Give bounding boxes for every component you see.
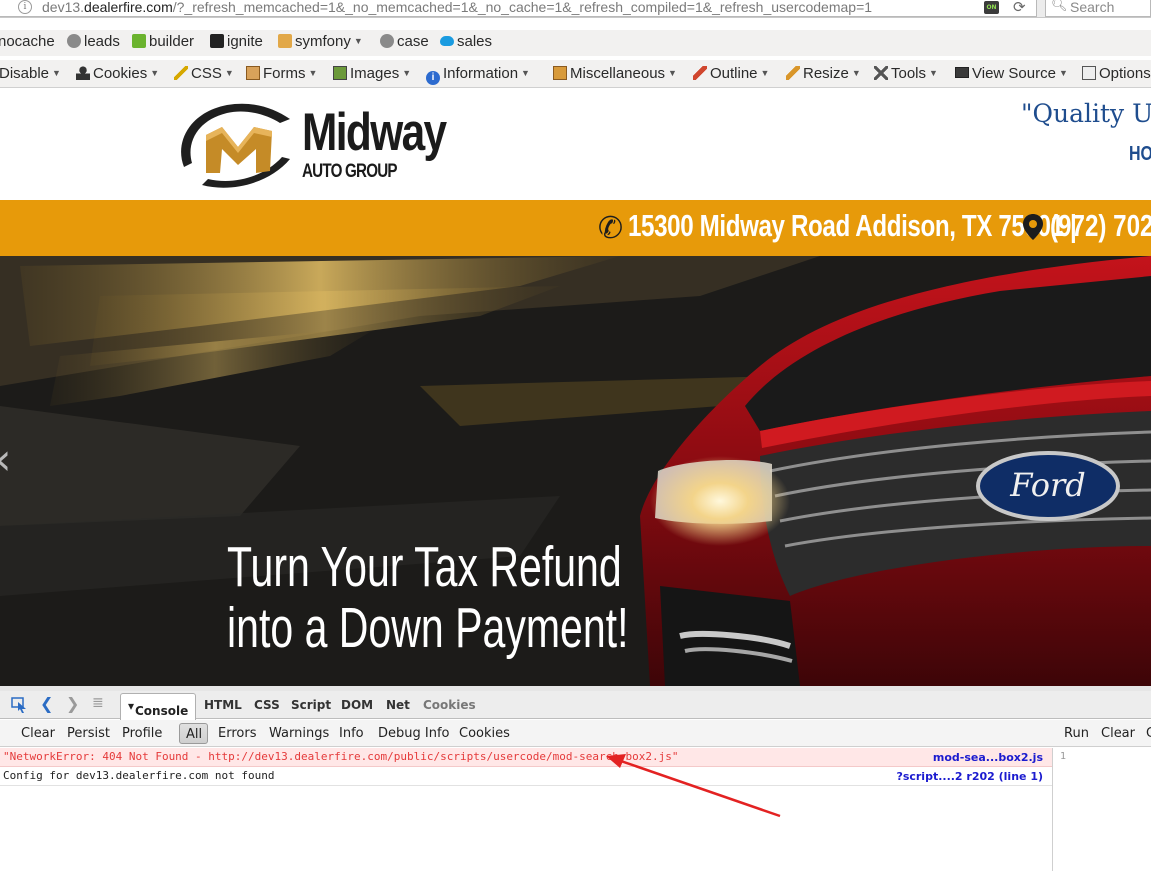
log-row-info[interactable]: Config for dev13.dealerfire.com not foun… [0,768,1052,786]
filter-all-button[interactable]: All [179,723,208,744]
menu-tools[interactable]: Tools ▼ [874,65,938,82]
error-source-link[interactable]: mod-sea...box2.js [933,751,1043,764]
bookmark-sales[interactable]: sales [440,33,492,50]
hero-headline-line2: into a Down Payment! [227,596,629,660]
person-icon [76,66,90,80]
back-arrow-icon[interactable]: ❮ [40,694,53,713]
filter-errors-button[interactable]: Errors [218,726,256,741]
midway-logo[interactable]: Midway AUTO GROUP [172,97,452,193]
browser-url-bar: i dev13.dealerfire.com/?_refresh_memcach… [0,0,1151,18]
url-text[interactable]: dev13.dealerfire.com/?_refresh_memcached… [42,0,872,15]
dealer-phone[interactable]: (972) 702- [1050,208,1151,244]
line-number: 1 [1060,751,1067,762]
menu-information[interactable]: i Information ▼ [426,65,530,85]
log-row-error[interactable]: "NetworkError: 404 Not Found - http://de… [0,748,1052,767]
filter-warnings-button[interactable]: Warnings [269,726,329,741]
command-line-editor[interactable]: 1 [1052,748,1151,871]
console-log: "NetworkError: 404 Not Found - http://de… [0,748,1052,871]
bookmarks-bar: nocache leads builder ignite symfony ▼ ca… [0,30,1151,56]
form-icon [246,66,260,80]
menu-images[interactable]: Images ▼ [333,65,411,82]
dealer-address[interactable]: 15300 Midway Road Addison, TX 75001 | [628,208,1077,244]
pencil-icon [693,66,707,80]
wand-icon [174,66,188,80]
persist-button[interactable]: Persist [67,726,110,741]
menu-outline[interactable]: Outline ▼ [693,65,769,82]
hero-headline-line1: Turn Your Tax Refund [227,535,622,599]
rss-toggle-icon[interactable]: ON [984,1,999,14]
clear-button[interactable]: Clear [21,726,55,741]
image-icon [333,66,347,80]
tab-net[interactable]: Net [386,698,410,712]
search-placeholder: Search [1070,0,1115,15]
tab-html[interactable]: HTML [204,698,242,712]
midway-m-emblem-icon [181,103,290,188]
info-message: Config for dev13.dealerfire.com not foun… [3,769,275,782]
profile-button[interactable]: Profile [122,726,162,741]
forward-arrow-icon[interactable]: ❯ [66,694,79,713]
tab-console[interactable]: Console ▾ [120,693,196,720]
reload-icon[interactable]: ⟳ [1013,0,1026,16]
annotation-arrow [606,754,781,818]
run-button[interactable]: Run [1064,726,1089,741]
tab-script[interactable]: Script [291,698,331,712]
misc-icon [553,66,567,80]
ignite-icon [210,34,224,48]
menu-miscellaneous[interactable]: Miscellaneous ▼ [553,65,677,82]
inspect-element-icon[interactable] [11,697,29,713]
bookmark-symfony[interactable]: symfony ▼ [278,33,363,50]
hero-slider[interactable]: Ford ‹ Turn Your Tax Refund into a Down … [0,256,1151,686]
bookmark-builder[interactable]: builder [132,33,194,50]
firebug-tab-bar: ❮ ❯ ≣ Console ▾ HTML CSS Script DOM Net … [0,691,1151,720]
error-message: "NetworkError: 404 Not Found - http://de… [3,750,679,763]
folder-icon [278,34,292,48]
search-icon: 🔍︎ [1051,0,1068,13]
tab-css[interactable]: CSS [254,698,280,712]
url-field[interactable]: i dev13.dealerfire.com/?_refresh_memcach… [0,0,1037,17]
filter-debug-info-button[interactable]: Debug Info [378,726,450,741]
map-pin-icon [1023,214,1043,240]
info-icon: i [426,71,440,85]
nav-home-link[interactable]: HO [1129,143,1151,166]
menu-disable[interactable]: Disable ▼ [0,65,61,82]
web-developer-toolbar: Disable ▼ Cookies ▼ CSS ▼ Forms ▼ Images ▼ iI… [0,60,1151,88]
tab-cookies[interactable]: Cookies [423,698,476,712]
bookmark-ignite[interactable]: ignite [210,33,263,50]
globe-icon [380,34,394,48]
copy-cmd-button[interactable]: C [1146,726,1151,741]
bookmark-nocache[interactable]: nocache [0,33,55,50]
source-icon [955,67,969,78]
logo-subtitle: AUTO GROUP [302,161,398,182]
filter-cookies-button[interactable]: Cookies [459,726,510,741]
svg-text:Ford: Ford [1009,466,1086,504]
site-header: Midway AUTO GROUP "Quality Us HO [0,89,1151,200]
menu-css[interactable]: CSS ▼ [174,65,234,82]
menu-options[interactable]: Options [1082,65,1151,82]
search-input[interactable]: 🔍︎ Search [1045,0,1151,17]
ruler-icon [786,66,800,80]
slider-prev-arrow-icon[interactable]: ‹ [0,434,12,485]
site-tagline: "Quality Us [1021,99,1151,128]
menu-cookies[interactable]: Cookies ▼ [76,65,159,82]
console-toolbar: Clear Persist Profile All Errors Warning… [0,720,1151,747]
tools-icon [874,66,888,80]
options-icon [1082,66,1096,80]
menu-resize[interactable]: Resize ▼ [786,65,861,82]
builder-icon [132,34,146,48]
info-source-link[interactable]: ?script....2 r202 (line 1) [896,770,1043,783]
filter-info-button[interactable]: Info [339,726,364,741]
contact-info-bar: ✆ 15300 Midway Road Addison, TX 75001 | … [0,200,1151,256]
menu-view-source[interactable]: View Source ▼ [955,65,1068,82]
menu-forms[interactable]: Forms ▼ [246,65,317,82]
globe-icon [67,34,81,48]
bookmark-case[interactable]: case [380,33,429,50]
bookmark-leads[interactable]: leads [67,33,120,50]
command-editor-icon[interactable]: ≣ [92,695,104,711]
site-info-icon[interactable]: i [18,0,32,14]
logo-wordmark: Midway [302,103,447,162]
phone-icon: ✆ [598,211,624,246]
clear-cmd-button[interactable]: Clear [1101,726,1135,741]
salesforce-cloud-icon [440,36,454,46]
tab-dom[interactable]: DOM [341,698,373,712]
